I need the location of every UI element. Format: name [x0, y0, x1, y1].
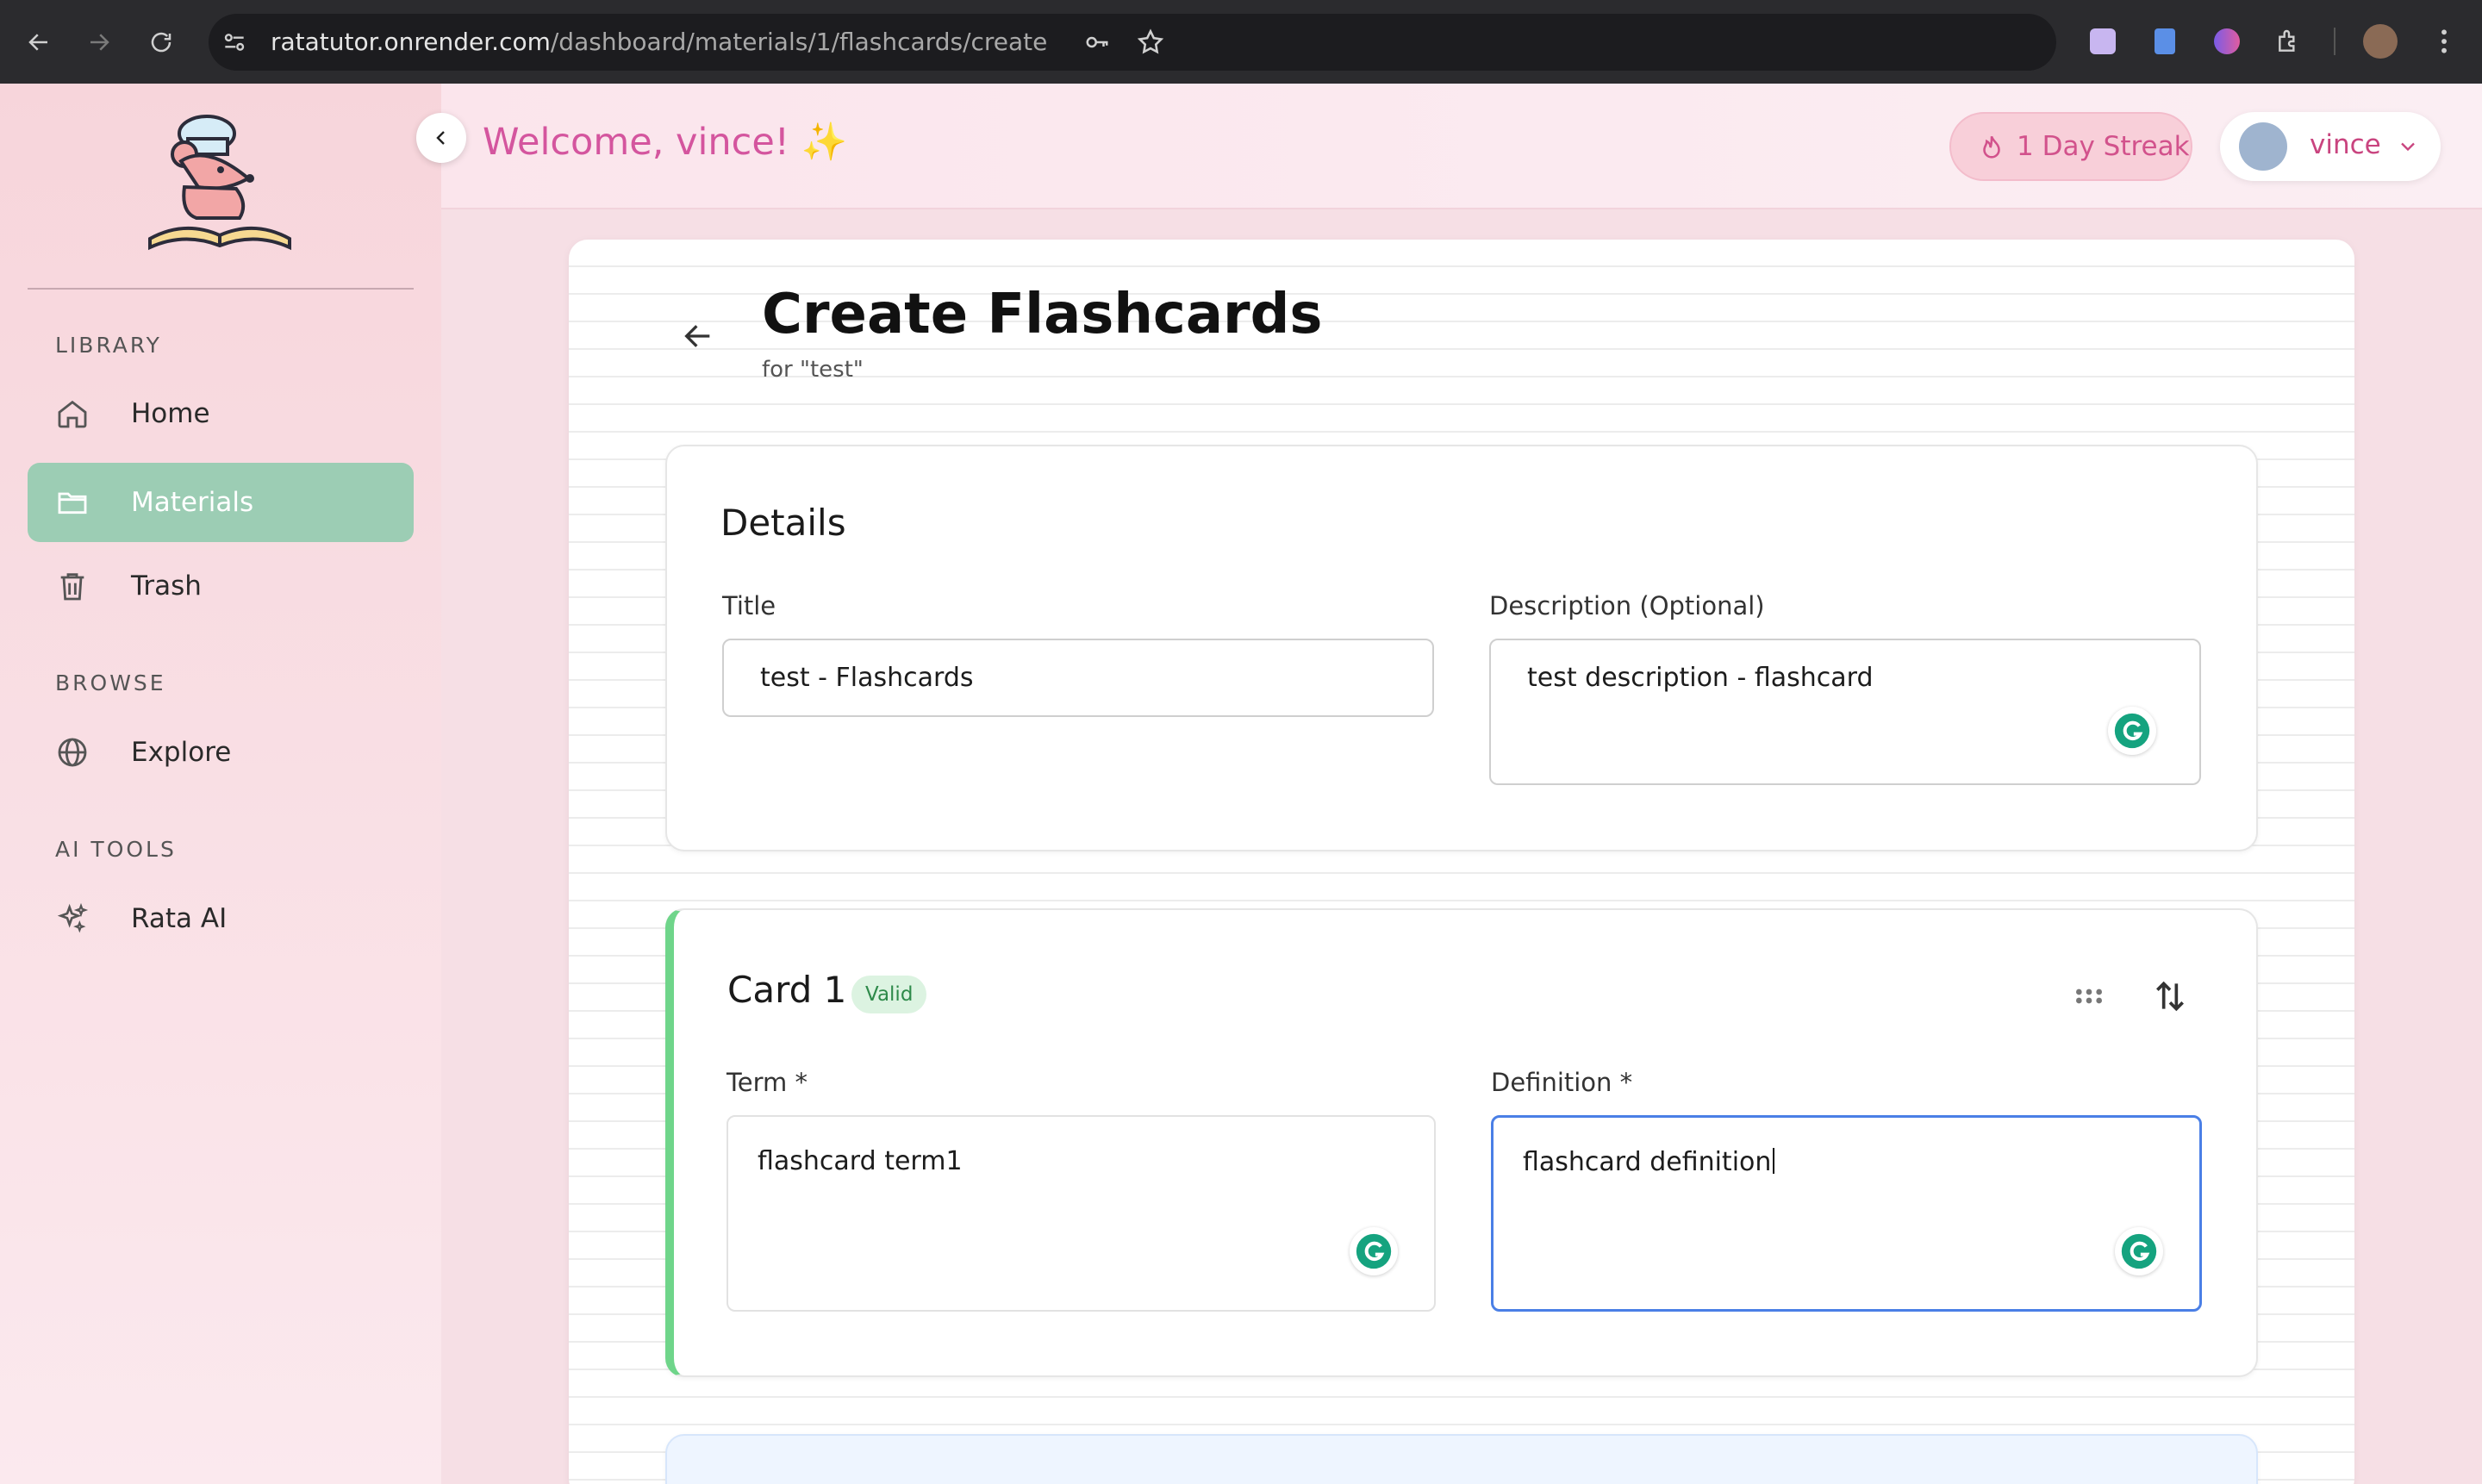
description-textarea-value: test description - flashcard	[1527, 663, 1874, 693]
extension-icon[interactable]	[2148, 24, 2182, 59]
extension-icon[interactable]	[2086, 24, 2120, 59]
section-browse: BROWSE	[55, 670, 166, 695]
sidebar-item-label: Home	[131, 398, 210, 429]
section-ai-tools: AI TOOLS	[55, 837, 177, 862]
streak-badge[interactable]: 1 Day Streak	[1949, 112, 2192, 181]
grammarly-icon[interactable]	[2108, 707, 2156, 755]
avatar	[2239, 122, 2287, 171]
title-input[interactable]: test - Flashcards	[722, 639, 1434, 717]
url-path: /dashboard/materials/1/flashcards/create	[550, 28, 1048, 56]
flame-icon	[1983, 135, 2000, 159]
text-caret	[1773, 1148, 1775, 1174]
extensions-puzzle-icon[interactable]	[2272, 24, 2306, 59]
globe-icon	[58, 738, 87, 767]
definition-label: Definition *	[1491, 1068, 1633, 1097]
sidebar-item-explore[interactable]: Explore	[28, 713, 414, 792]
sparkles-icon	[57, 902, 89, 933]
url-text: ratatutor.onrender.com/dashboard/materia…	[271, 28, 1047, 56]
trash-icon	[60, 573, 84, 601]
kebab-menu-icon[interactable]	[2427, 24, 2461, 59]
sidebar-item-rata-ai[interactable]: Rata AI	[28, 879, 414, 958]
collapse-sidebar-button[interactable]	[416, 113, 466, 163]
card-title: Card 1	[727, 969, 847, 1011]
user-menu[interactable]: vince	[2220, 112, 2441, 181]
term-textarea-value: flashcard term1	[758, 1146, 963, 1176]
details-heading: Details	[720, 502, 846, 544]
chevron-down-icon	[2401, 142, 2415, 152]
extension-icon[interactable]	[2210, 24, 2244, 59]
term-textarea[interactable]: flashcard term1	[727, 1115, 1436, 1312]
url-host: ratatutor.onrender.com	[271, 28, 551, 56]
reload-icon[interactable]	[141, 22, 181, 62]
sidebar-item-materials[interactable]: Materials	[28, 463, 414, 542]
chevron-left-icon	[436, 131, 445, 145]
home-icon	[58, 400, 87, 428]
rat-chef-logo	[147, 109, 293, 256]
sidebar-item-trash[interactable]: Trash	[28, 546, 414, 626]
site-settings-icon[interactable]	[221, 28, 248, 56]
section-library: LIBRARY	[55, 333, 162, 358]
definition-textarea[interactable]: flashcard definition	[1491, 1115, 2202, 1312]
page-title: Create Flashcards	[762, 283, 1323, 346]
back-arrow-icon[interactable]	[681, 319, 715, 353]
grammarly-icon[interactable]	[1350, 1227, 1398, 1275]
status-badge: Valid	[851, 976, 927, 1013]
user-name: vince	[2310, 129, 2381, 160]
add-card-panel	[665, 1434, 2258, 1484]
description-label: Description (Optional)	[1489, 591, 1765, 620]
forward-icon[interactable]	[79, 22, 119, 62]
address-bar[interactable]: ratatutor.onrender.com/dashboard/materia…	[209, 14, 2056, 71]
welcome-message: Welcome, vince! ✨	[483, 121, 848, 164]
sidebar-item-label: Rata AI	[131, 903, 228, 934]
folder-icon	[58, 492, 87, 514]
drag-handle-icon[interactable]	[2072, 979, 2106, 1013]
password-key-icon[interactable]	[1082, 29, 1112, 55]
sidebar-item-label: Trash	[131, 571, 202, 602]
sidebar-item-home[interactable]: Home	[28, 374, 414, 453]
sidebar-item-label: Materials	[131, 487, 254, 518]
title-input-value: test - Flashcards	[760, 663, 974, 693]
definition-text: flashcard definition	[1523, 1147, 1772, 1177]
swap-vertical-icon[interactable]	[2151, 977, 2189, 1015]
toolbar-divider	[2334, 28, 2335, 55]
grammarly-icon[interactable]	[2115, 1227, 2163, 1275]
back-icon[interactable]	[19, 22, 59, 62]
definition-textarea-value: flashcard definition	[1523, 1147, 1775, 1177]
page-subtitle: for "test"	[762, 357, 864, 383]
sidebar-item-label: Explore	[131, 737, 232, 768]
sidebar-divider	[28, 288, 414, 290]
description-textarea[interactable]: test description - flashcard	[1489, 639, 2201, 785]
browser-toolbar: ratatutor.onrender.com/dashboard/materia…	[0, 0, 2482, 84]
profile-avatar[interactable]	[2363, 24, 2398, 59]
title-label: Title	[722, 591, 776, 620]
streak-label: 1 Day Streak	[2017, 131, 2190, 162]
bookmark-star-icon[interactable]	[1136, 28, 1165, 57]
term-label: Term *	[727, 1068, 808, 1097]
